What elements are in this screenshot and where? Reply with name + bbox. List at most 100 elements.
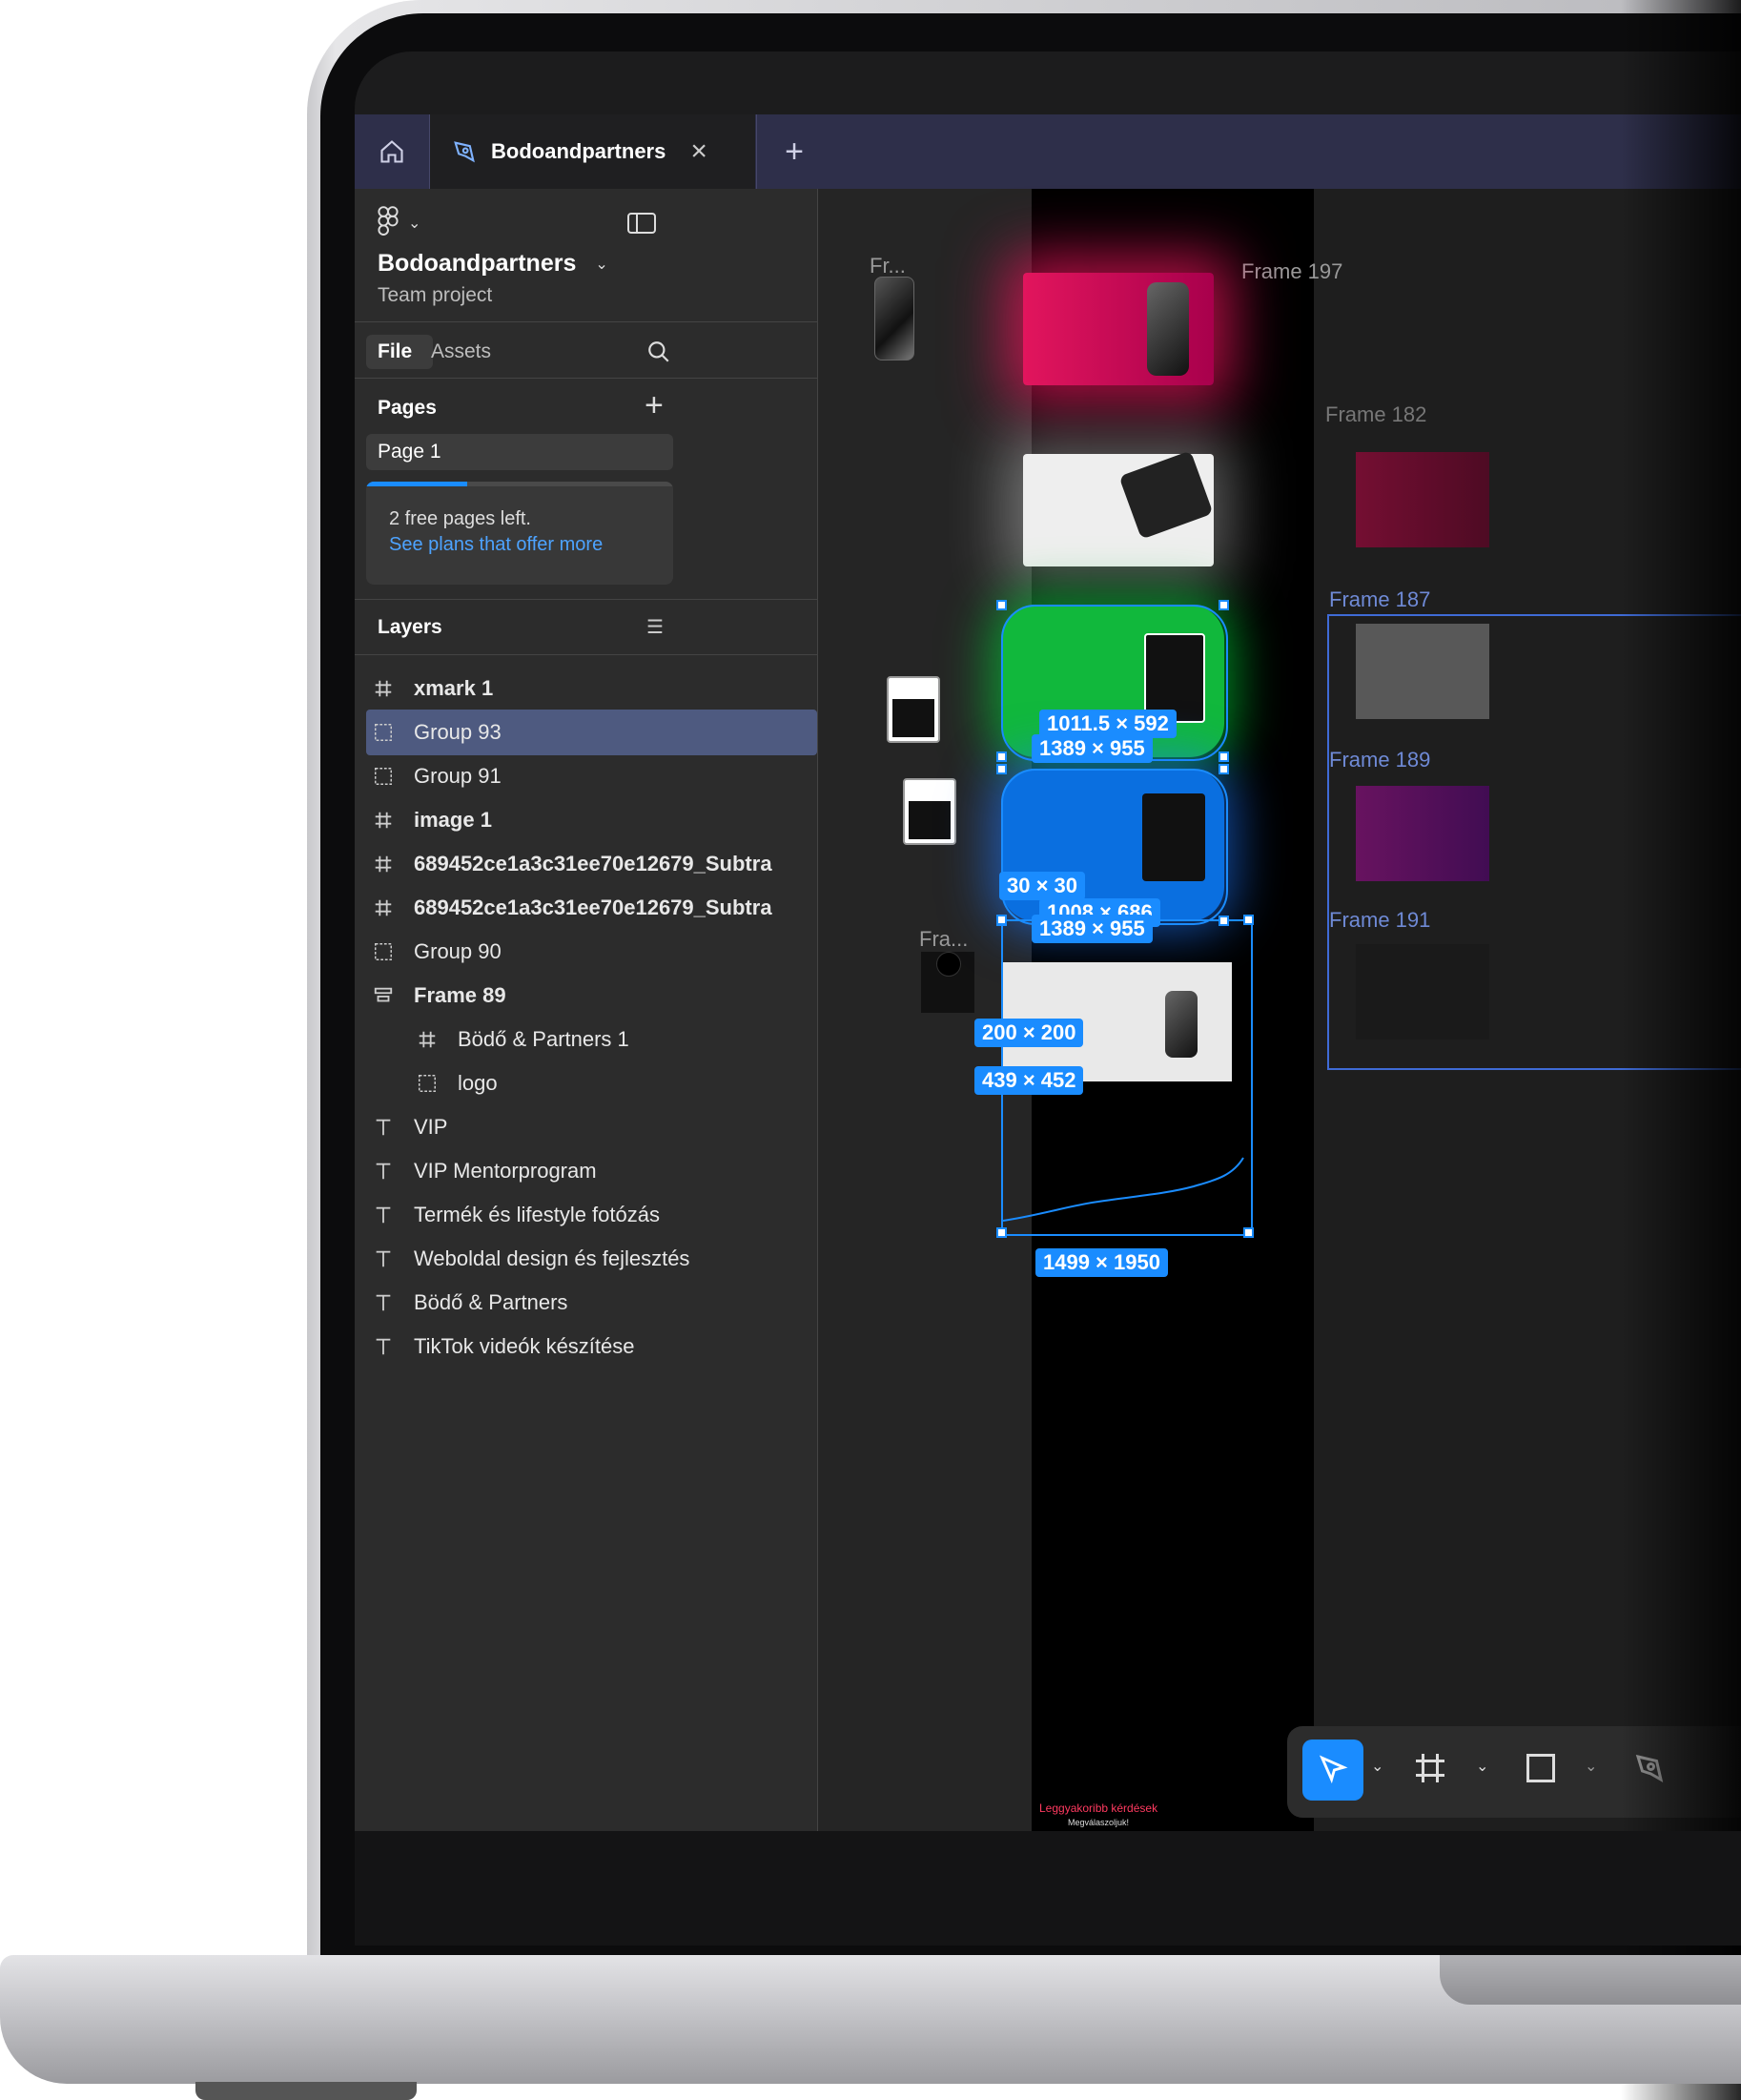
laptop-base-notch xyxy=(1440,1955,1741,2005)
layer-label: image 1 xyxy=(414,808,492,832)
frame-icon xyxy=(1416,1754,1444,1782)
resize-handle[interactable] xyxy=(1219,764,1229,774)
layer-row[interactable]: TikTok videók készítése xyxy=(366,1324,817,1369)
layer-row[interactable]: Group 91 xyxy=(366,753,817,799)
search-button[interactable] xyxy=(646,340,671,369)
move-icon xyxy=(1319,1755,1348,1784)
layer-row[interactable]: Termék és lifestyle fotózás xyxy=(366,1192,817,1238)
close-icon[interactable]: × xyxy=(690,137,707,166)
list-collapse-icon: ☰ xyxy=(646,617,664,638)
dimension-badge: 1499 × 1950 xyxy=(1035,1248,1168,1277)
resize-handle[interactable] xyxy=(1243,1227,1254,1238)
layer-label: Weboldal design és fejlesztés xyxy=(414,1246,690,1270)
main-menu-button[interactable]: ⌄ xyxy=(376,206,420,240)
layer-row[interactable]: Group 93 xyxy=(366,710,817,755)
collapse-layers-button[interactable]: ☰ xyxy=(646,615,664,639)
resize-handle[interactable] xyxy=(1243,915,1254,925)
tab-label: Bodoandpartners xyxy=(491,139,666,163)
chevron-down-icon[interactable]: ⌄ xyxy=(1476,1757,1488,1776)
project-subtitle: Team project xyxy=(378,284,493,306)
resize-handle[interactable] xyxy=(996,600,1007,610)
card-camera[interactable] xyxy=(1023,450,1214,566)
resize-handle[interactable] xyxy=(996,1227,1007,1238)
resize-handle[interactable] xyxy=(1219,751,1229,762)
group-icon xyxy=(410,1073,444,1094)
frame-label[interactable]: Fr... xyxy=(870,254,906,278)
upsell-progress xyxy=(366,482,468,486)
sidebar-icon xyxy=(627,213,656,234)
project-name-button[interactable]: Bodoandpartners ⌄ xyxy=(378,250,608,278)
tab-assets[interactable]: Assets xyxy=(431,340,491,363)
chevron-down-icon: ⌄ xyxy=(408,216,421,232)
card-pink[interactable] xyxy=(1023,273,1214,385)
layer-row[interactable]: Bödő & Partners xyxy=(366,1280,817,1326)
layer-label: Bödő & Partners 1 xyxy=(458,1027,629,1051)
divider xyxy=(355,321,817,322)
dimension-badge: 1389 × 955 xyxy=(1032,734,1153,763)
resize-handle[interactable] xyxy=(996,764,1007,774)
toggle-sidebar-button[interactable] xyxy=(627,212,656,239)
search-icon xyxy=(648,341,669,362)
chevron-down-icon: ⌄ xyxy=(595,256,608,273)
layer-row[interactable]: VIP xyxy=(366,1104,817,1150)
chevron-down-icon[interactable]: ⌄ xyxy=(1585,1757,1597,1776)
autolayout-icon xyxy=(366,985,400,1006)
dimension-badge: 1389 × 955 xyxy=(1032,915,1153,943)
frame-182-thumb[interactable] xyxy=(1356,452,1489,547)
chart-line xyxy=(1003,1157,1244,1222)
chevron-down-icon[interactable]: ⌄ xyxy=(1371,1757,1383,1776)
group-icon xyxy=(366,941,400,962)
frame-label[interactable]: Fra... xyxy=(919,927,968,952)
new-tab-button[interactable]: + xyxy=(756,114,831,189)
resize-handle[interactable] xyxy=(996,915,1007,925)
layer-row[interactable]: logo xyxy=(410,1060,817,1106)
layer-row[interactable]: 689452ce1a3c31ee70e12679_Subtra xyxy=(366,885,817,931)
phone-thumbnail[interactable] xyxy=(874,277,914,360)
layer-row[interactable]: 689452ce1a3c31ee70e12679_Subtra xyxy=(366,841,817,887)
add-page-button[interactable]: + xyxy=(645,389,664,422)
dashboard-thumbnail[interactable] xyxy=(903,778,956,845)
layer-label: TikTok videók készítése xyxy=(414,1334,635,1358)
dashboard-thumbnail[interactable] xyxy=(887,676,940,743)
layers-title: Layers xyxy=(378,616,442,638)
divider xyxy=(355,599,817,600)
pen-tool-button[interactable] xyxy=(1632,1751,1667,1790)
layer-label: logo xyxy=(458,1071,498,1095)
resize-handle[interactable] xyxy=(1219,916,1229,926)
layer-row[interactable]: Weboldal design és fejlesztés xyxy=(366,1236,817,1282)
layer-row[interactable]: Frame 89 xyxy=(366,973,817,1019)
dimension-badge: 30 × 30 xyxy=(999,872,1086,900)
frame-label[interactable]: Frame 197 xyxy=(1241,259,1342,284)
layer-row[interactable]: xmark 1 xyxy=(366,666,817,711)
text-icon xyxy=(366,1117,400,1138)
layer-row[interactable]: Bödő & Partners 1 xyxy=(410,1017,817,1062)
laptop-foot xyxy=(195,2082,417,2100)
tab-bodoandpartners[interactable]: Bodoandpartners × xyxy=(430,114,755,189)
figma-file-icon xyxy=(454,141,475,163)
layer-label: 689452ce1a3c31ee70e12679_Subtra xyxy=(414,852,772,875)
page-item-1[interactable]: Page 1 xyxy=(366,434,673,470)
layer-label: Group 90 xyxy=(414,939,502,963)
frame-tool-button[interactable] xyxy=(1413,1751,1447,1790)
layer-row[interactable]: image 1 xyxy=(366,797,817,843)
layer-row[interactable]: VIP Mentorprogram xyxy=(366,1148,817,1194)
resize-handle[interactable] xyxy=(996,751,1007,762)
screen-bottom-bezel xyxy=(355,1831,1741,1946)
frame-189-thumb[interactable] xyxy=(1356,786,1489,881)
profile-thumbnail[interactable] xyxy=(921,952,974,1013)
divider xyxy=(355,378,817,379)
layer-label: Group 91 xyxy=(414,764,502,788)
home-button[interactable] xyxy=(355,114,430,189)
frame-label[interactable]: Frame 187 xyxy=(1329,587,1430,612)
frame-187-thumb[interactable] xyxy=(1356,624,1489,719)
shape-tool-button[interactable] xyxy=(1524,1751,1558,1790)
layer-row[interactable]: Group 90 xyxy=(366,929,817,975)
upsell-link[interactable]: See plans that offer more xyxy=(389,534,603,556)
resize-handle[interactable] xyxy=(1219,600,1229,610)
layer-label: Bödő & Partners xyxy=(414,1290,568,1314)
move-tool-button[interactable] xyxy=(1302,1740,1363,1801)
tab-file[interactable]: File xyxy=(378,340,412,363)
frame-191-thumb[interactable] xyxy=(1356,944,1489,1040)
canvas-area[interactable] xyxy=(818,189,1032,1843)
frame-label[interactable]: Frame 182 xyxy=(1325,402,1426,427)
